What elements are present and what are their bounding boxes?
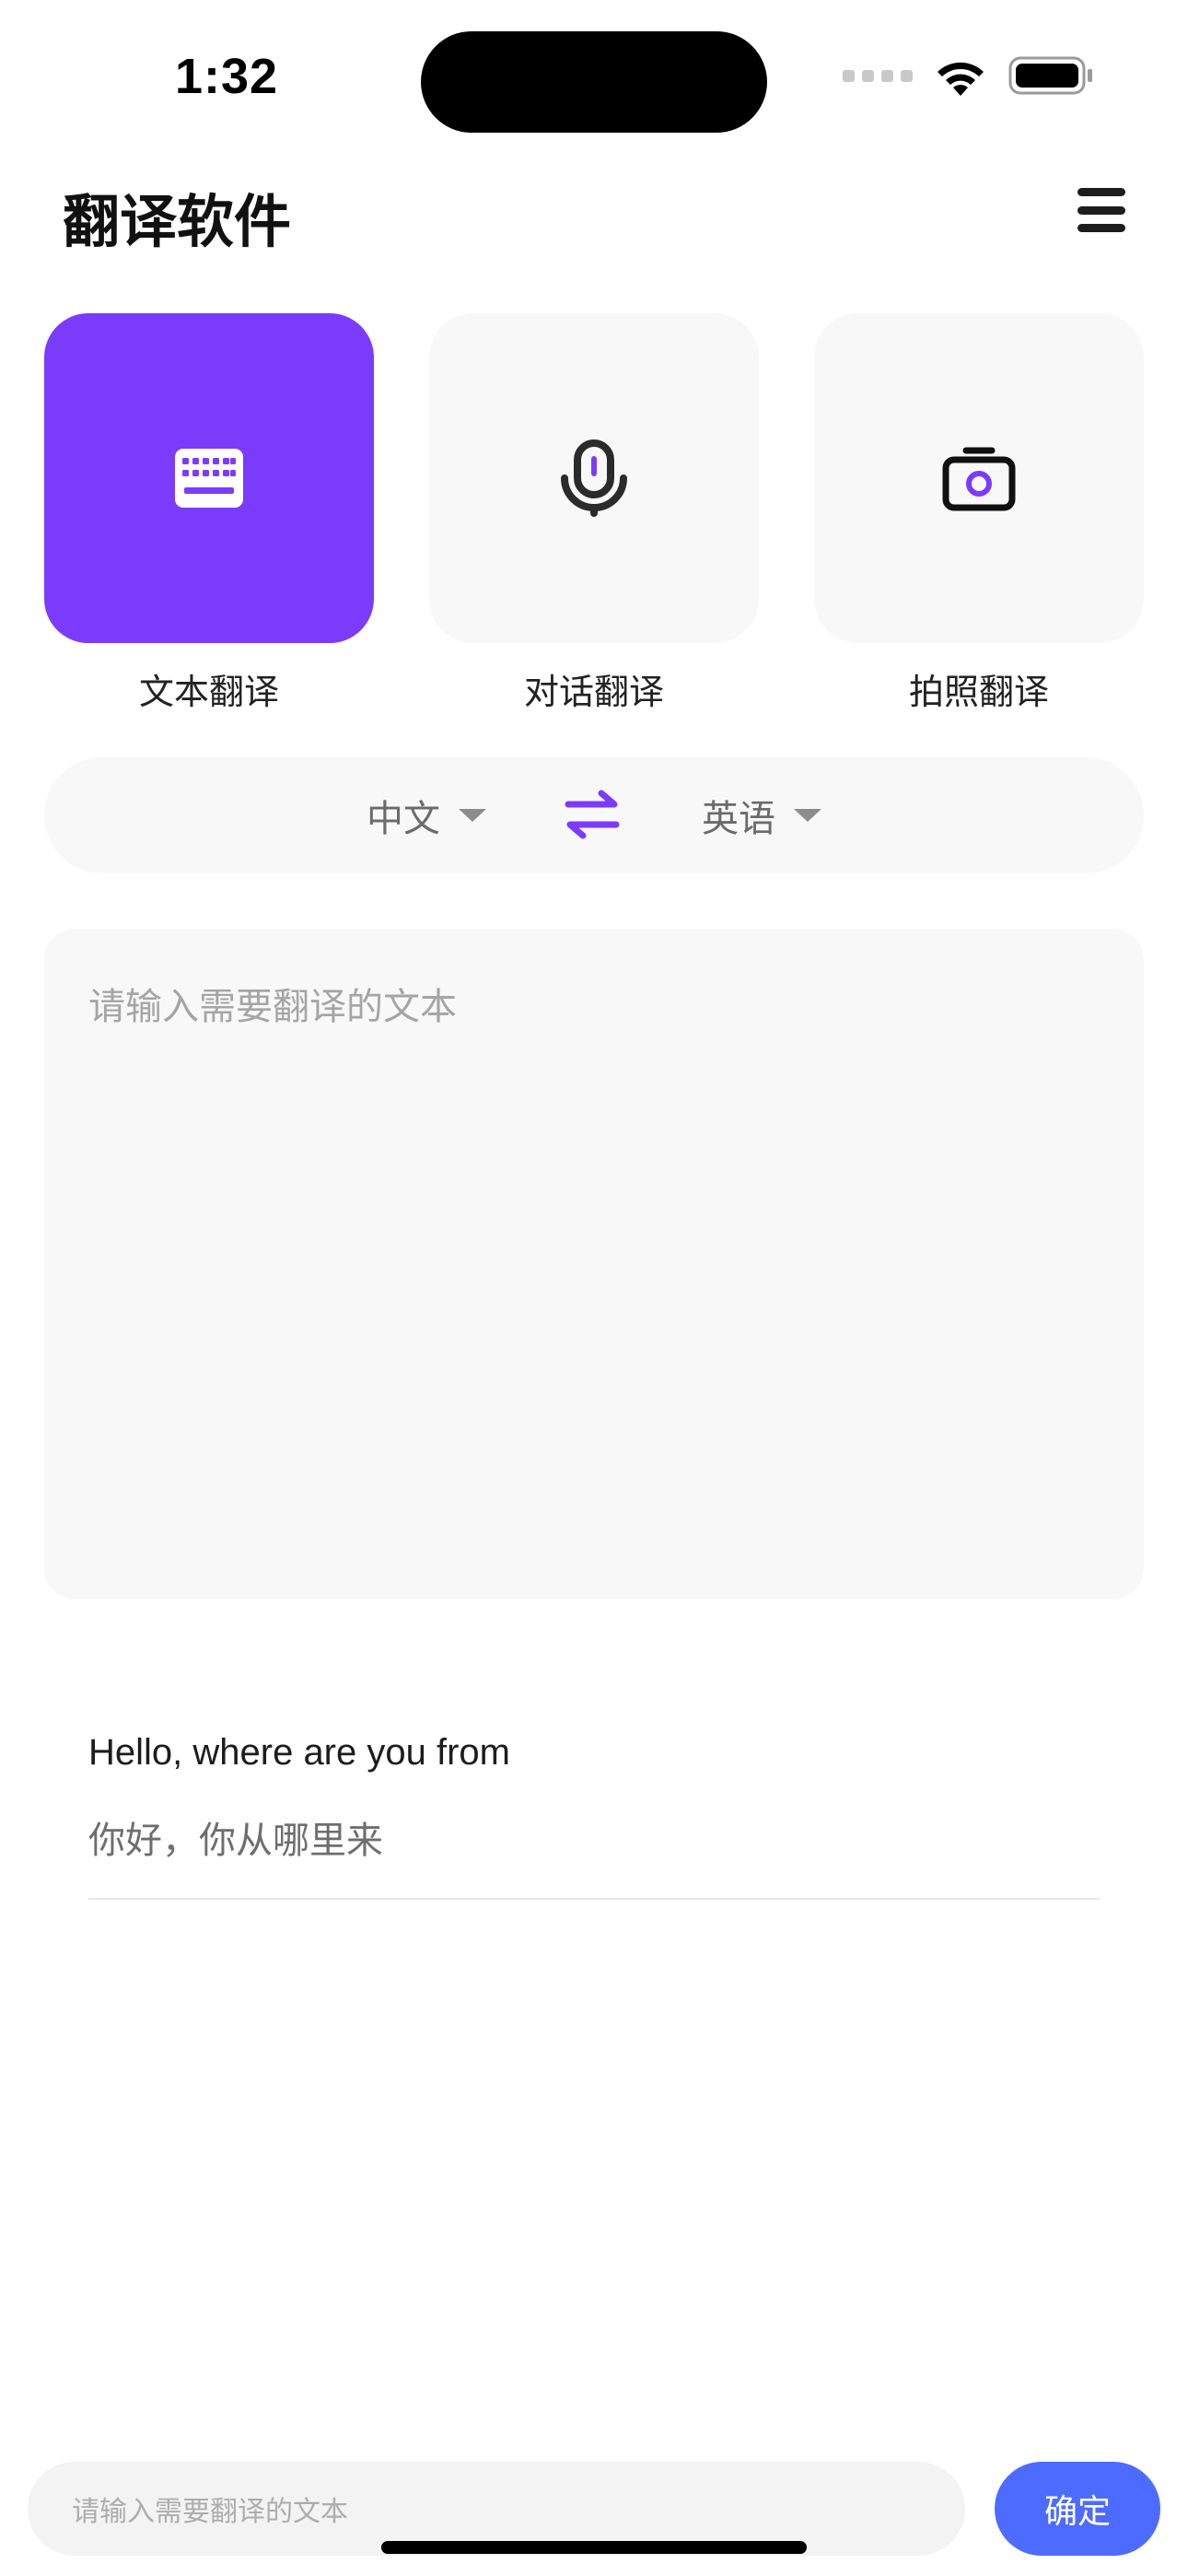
keyboard-icon xyxy=(175,449,243,508)
status-icons xyxy=(843,55,1095,96)
target-language-label: 英语 xyxy=(702,798,775,840)
source-language-dropdown[interactable]: 中文 xyxy=(367,757,486,873)
list-item[interactable]: Hello, where are you from 你好，你从哪里来 xyxy=(88,1732,1100,1864)
caret-down-icon xyxy=(794,809,821,822)
mode-label: 拍照翻译 xyxy=(908,672,1049,712)
language-selector: 中文 英语 xyxy=(44,757,1144,873)
confirm-button[interactable]: 确定 xyxy=(995,2462,1160,2556)
mode-selector: 文本翻译 对话翻译 拍照翻译 xyxy=(44,313,1144,714)
dynamic-island xyxy=(421,31,767,133)
swap-arrows-icon[interactable] xyxy=(563,786,622,845)
mode-label: 对话翻译 xyxy=(523,672,664,712)
caret-down-icon xyxy=(459,809,486,822)
mode-photo-translate[interactable]: 拍照翻译 xyxy=(814,313,1144,714)
mode-text-translate[interactable]: 文本翻译 xyxy=(44,313,374,714)
camera-icon xyxy=(942,447,1016,511)
mode-label: 文本翻译 xyxy=(138,672,279,712)
microphone-icon xyxy=(561,439,627,517)
target-language-dropdown[interactable]: 英语 xyxy=(702,757,821,873)
cellular-signal-icon xyxy=(843,69,913,82)
battery-icon xyxy=(1008,56,1092,95)
mode-tile[interactable] xyxy=(814,313,1144,643)
mode-dialog-translate[interactable]: 对话翻译 xyxy=(429,313,759,714)
result-translation-text: 你好，你从哪里来 xyxy=(88,1820,383,1862)
divider xyxy=(88,1898,1100,1900)
source-text-input[interactable]: 请输入需要翻译的文本 xyxy=(44,929,1144,1599)
wifi-icon xyxy=(938,62,984,96)
mode-tile[interactable] xyxy=(44,313,374,643)
bottom-input-placeholder: 请输入需要翻译的文本 xyxy=(72,2496,348,2528)
result-source-text: Hello, where are you from xyxy=(88,1732,510,1773)
translator-screen: 1:32 翻译软件 文本翻译 对话翻译 拍照翻译 中文 英语 请输入需要翻译的文… xyxy=(0,0,1188,2576)
mode-tile[interactable] xyxy=(429,313,759,643)
page-title: 翻译软件 xyxy=(63,188,292,255)
hamburger-menu-icon[interactable] xyxy=(1076,184,1127,236)
source-text-placeholder: 请输入需要翻译的文本 xyxy=(88,986,457,1028)
home-indicator xyxy=(381,2541,807,2554)
source-language-label: 中文 xyxy=(367,798,440,840)
status-time: 1:32 xyxy=(175,49,279,104)
